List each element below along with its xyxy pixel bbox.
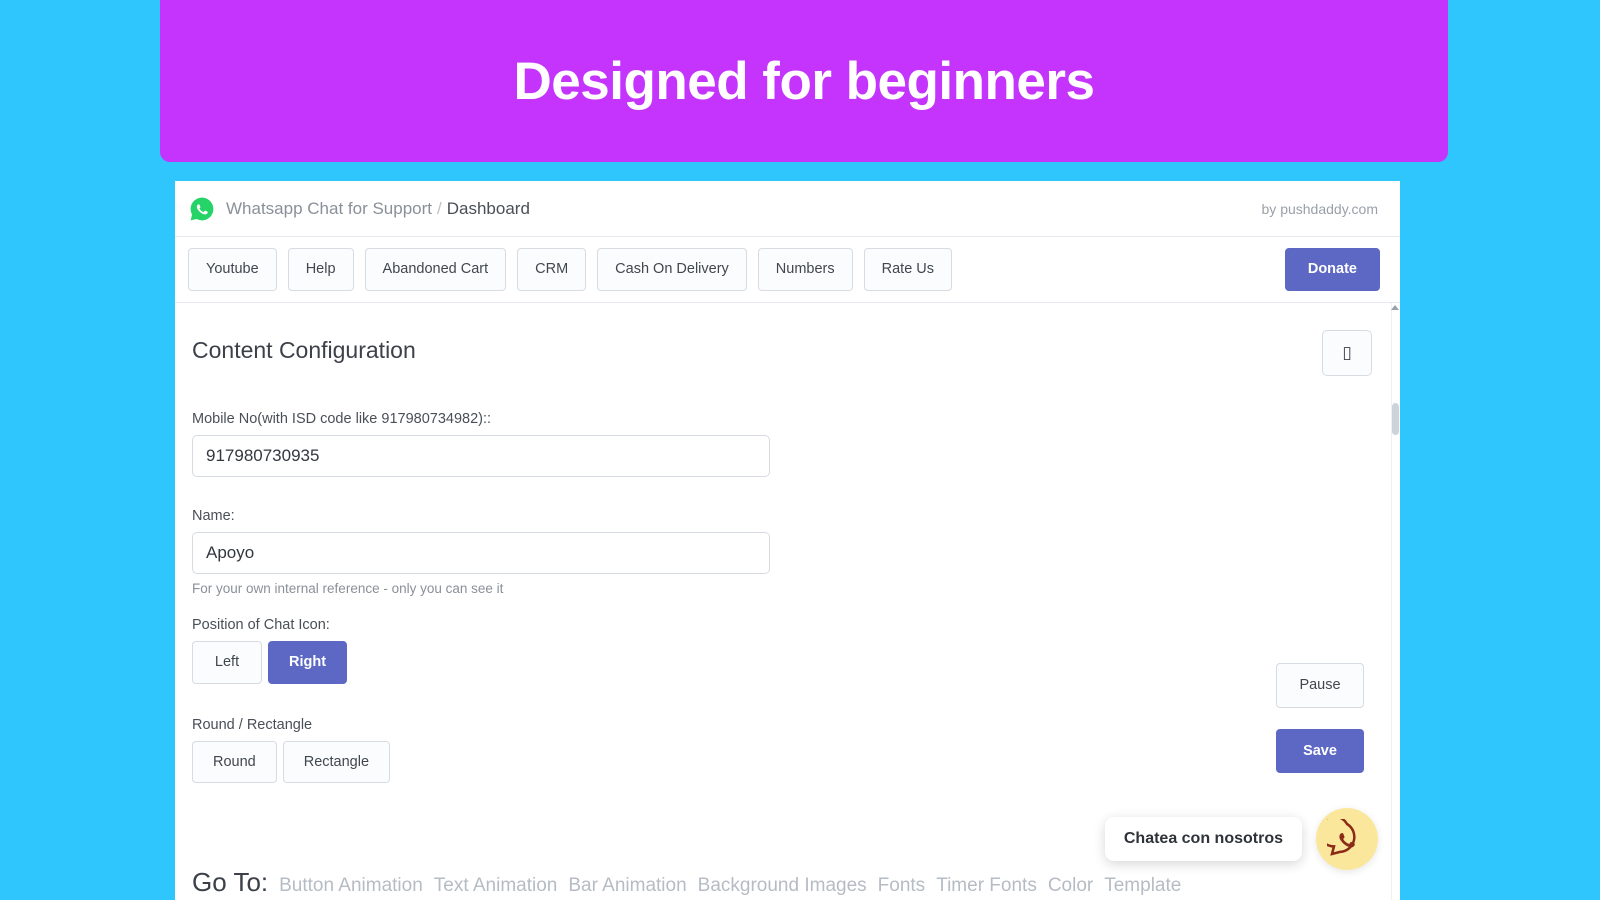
vertical-scrollbar[interactable] <box>1391 303 1400 900</box>
toolbar-button-crm[interactable]: CRM <box>517 248 587 291</box>
position-button-group: Left Right <box>192 641 1390 684</box>
toolbar-button-numbers[interactable]: Numbers <box>757 248 853 291</box>
chat-bubble-text[interactable]: Chatea con nosotros <box>1104 817 1302 861</box>
whatsapp-icon <box>1327 819 1356 856</box>
app-body: Content Configuration ▯ Mobile No(with I… <box>175 303 1400 900</box>
mobile-no-label: Mobile No(with ISD code like 91798073498… <box>192 411 492 427</box>
app-window: Whatsapp Chat for Support / Dashboard by p… <box>175 181 1400 900</box>
chat-widget: Chatea con nosotros <box>1104 808 1378 870</box>
goto-label: Go To: <box>192 867 269 897</box>
toolbar: Youtube Help Abandoned Cart CRM Cash On … <box>175 237 1400 303</box>
scrollbar-thumb[interactable] <box>1392 403 1399 435</box>
position-option-right[interactable]: Right <box>268 641 348 684</box>
position-option-left[interactable]: Left <box>192 641 262 684</box>
name-label: Name: <box>192 508 235 524</box>
toolbar-button-rate-us[interactable]: Rate Us <box>863 248 953 291</box>
toolbar-button-abandoned-cart[interactable]: Abandoned Cart <box>364 248 507 291</box>
save-button[interactable]: Save <box>1276 728 1364 773</box>
position-label: Position of Chat Icon: <box>192 617 330 633</box>
goto-link-fonts[interactable]: Fonts <box>878 875 926 897</box>
app-header: Whatsapp Chat for Support / Dashboard by p… <box>175 181 1400 237</box>
promo-banner: Designed for beginners <box>160 0 1448 162</box>
shape-option-rectangle[interactable]: Rectangle <box>282 740 391 783</box>
goto-link-color[interactable]: Color <box>1048 875 1093 897</box>
breadcrumb-current-page: Dashboard <box>446 198 530 218</box>
chat-fab-button[interactable] <box>1316 808 1378 870</box>
field-name: Name: For your own internal reference - … <box>192 508 1390 596</box>
app-credit: by pushdaddy.com <box>1261 200 1378 217</box>
shape-option-round[interactable]: Round <box>192 740 277 783</box>
breadcrumb-separator: / <box>437 198 442 218</box>
breadcrumb-app-name[interactable]: Whatsapp Chat for Support <box>226 199 432 218</box>
field-mobile-no: Mobile No(with ISD code like 91798073498… <box>192 411 1390 477</box>
field-round-rectangle: Round / Rectangle Round Rectangle <box>192 716 1390 783</box>
side-actions: Pause Save <box>1276 663 1364 773</box>
goto-link-timer-fonts[interactable]: Timer Fonts <box>936 875 1037 897</box>
whatsapp-icon <box>190 197 214 220</box>
app-brand: Whatsapp Chat for Support / Dashboard <box>189 196 530 222</box>
goto-row: Go To: Button Animation Text Animation B… <box>192 867 1181 898</box>
goto-link-button-animation[interactable]: Button Animation <box>279 875 423 897</box>
mobile-no-input[interactable] <box>192 435 770 477</box>
donate-button[interactable]: Donate <box>1284 248 1380 291</box>
field-position-of-chat-icon: Position of Chat Icon: Left Right <box>192 617 1390 684</box>
shape-button-group: Round Rectangle <box>192 740 1390 783</box>
goto-link-text-animation[interactable]: Text Animation <box>434 875 558 897</box>
goto-link-background-images[interactable]: Background Images <box>698 875 867 897</box>
goto-link-template[interactable]: Template <box>1104 875 1181 897</box>
toolbar-button-youtube[interactable]: Youtube <box>188 248 277 291</box>
pause-button[interactable]: Pause <box>1276 663 1364 708</box>
promo-headline: Designed for beginners <box>513 51 1095 111</box>
breadcrumb: Whatsapp Chat for Support / Dashboard <box>226 199 530 219</box>
section-title-row: Content Configuration ▯ <box>192 330 1390 376</box>
header-icon-button[interactable]: ▯ <box>1322 330 1372 376</box>
shape-label: Round / Rectangle <box>192 716 313 733</box>
scroll-up-arrow-icon[interactable] <box>1391 305 1399 310</box>
toolbar-button-cash-on-delivery[interactable]: Cash On Delivery <box>597 248 747 291</box>
name-input[interactable] <box>192 532 770 574</box>
page-title: Content Configuration <box>192 337 416 363</box>
placeholder-box-icon: ▯ <box>1342 342 1352 363</box>
toolbar-button-help[interactable]: Help <box>287 248 354 291</box>
goto-link-bar-animation[interactable]: Bar Animation <box>568 875 686 897</box>
name-help-text: For your own internal reference - only y… <box>192 581 504 596</box>
